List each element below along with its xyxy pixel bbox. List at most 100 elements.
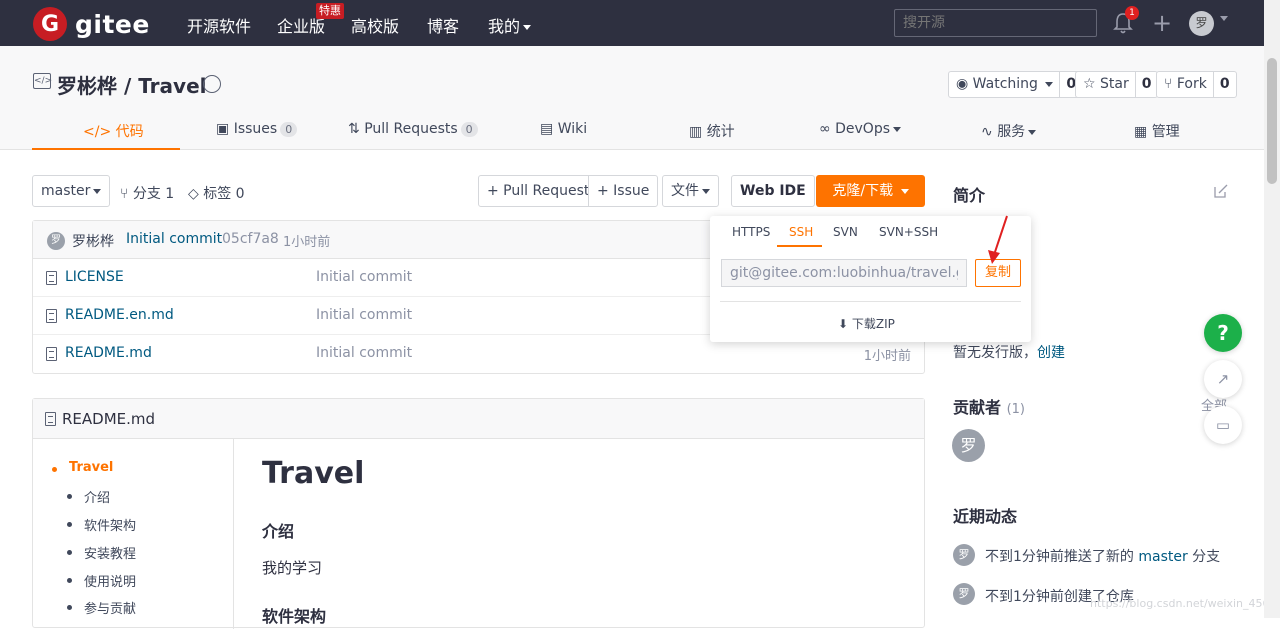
- toc-item[interactable]: 参与贡献: [66, 598, 136, 617]
- clone-tab-https[interactable]: HTTPS: [732, 225, 770, 239]
- branch-icon: ⑂: [120, 186, 129, 202]
- web-ide-button[interactable]: Web IDE: [731, 175, 815, 207]
- pull-request-icon: ⇅: [348, 121, 360, 137]
- clone-url-input[interactable]: [721, 259, 967, 287]
- chevron-down-icon: [1028, 129, 1037, 135]
- activity-avatar[interactable]: 罗: [953, 583, 975, 605]
- gitee-logo-icon: G: [33, 7, 67, 41]
- search-input[interactable]: [894, 9, 1097, 37]
- commit-avatar[interactable]: 罗: [47, 232, 65, 250]
- readme-header: README.md: [33, 399, 924, 439]
- star-icon: ☆: [1083, 76, 1096, 92]
- activity-title: 近期动态: [953, 507, 1018, 526]
- tab-pull-requests[interactable]: ⇅ Pull Requests 0: [348, 121, 478, 137]
- top-navbar: G gitee 开源软件 企业版 特惠 高校版 博客 我的 1 + 罗: [0, 0, 1264, 46]
- share-icon[interactable]: ↗: [1204, 360, 1242, 398]
- star-label: Star: [1100, 76, 1129, 92]
- readme-section-intro: 介绍: [262, 522, 295, 541]
- commit-message[interactable]: Initial commit: [126, 231, 222, 247]
- tab-devops[interactable]: ∞ DevOps: [819, 121, 902, 137]
- commit-author[interactable]: 罗彬桦: [72, 231, 114, 251]
- clone-tab-ssh[interactable]: SSH: [789, 225, 813, 239]
- clone-tab-svn-ssh[interactable]: SVN+SSH: [879, 225, 938, 239]
- clone-tab-svn[interactable]: SVN: [833, 225, 858, 239]
- toc-item[interactable]: 软件架构: [66, 515, 136, 534]
- branch-count[interactable]: ⑂ 分支 1: [120, 183, 174, 203]
- fork-label: Fork: [1176, 76, 1207, 92]
- watch-button[interactable]: ◉ Watching 0: [948, 71, 1084, 98]
- issues-count: 0: [280, 122, 298, 137]
- contributor-avatar[interactable]: 罗: [952, 429, 985, 462]
- chevron-down-icon[interactable]: [1220, 16, 1228, 21]
- star-count[interactable]: 0: [1136, 72, 1158, 97]
- commit-time: 1小时前: [283, 235, 331, 250]
- toc-item[interactable]: 使用说明: [66, 571, 136, 590]
- toc-item[interactable]: Travel: [51, 460, 113, 475]
- star-button[interactable]: ☆ Star 0: [1075, 71, 1159, 98]
- chat-icon[interactable]: ▭: [1204, 406, 1242, 444]
- create-release-link[interactable]: 创建: [1037, 345, 1065, 361]
- chevron-down-icon: [93, 188, 102, 194]
- nav-university[interactable]: 高校版: [351, 13, 399, 37]
- edit-icon[interactable]: [1213, 183, 1229, 199]
- page-scrollbar[interactable]: [1264, 0, 1280, 618]
- tag-count[interactable]: ◇ 标签 0: [188, 183, 245, 203]
- active-tab-indicator: [32, 148, 180, 150]
- tab-manage[interactable]: ▦ 管理: [1134, 121, 1180, 141]
- chevron-down-icon: [893, 126, 902, 132]
- tab-wiki[interactable]: ▤ Wiki: [540, 121, 587, 137]
- tab-stats[interactable]: ▥ 统计: [689, 121, 735, 141]
- tab-services[interactable]: ∿ 服务: [981, 121, 1037, 141]
- fork-icon: ⑂: [1164, 76, 1173, 92]
- brand-name: gitee: [75, 9, 150, 39]
- tag-icon: ◇: [188, 186, 199, 202]
- file-name[interactable]: README.en.md: [65, 307, 174, 323]
- clone-download-button[interactable]: 克隆/下载: [816, 175, 925, 207]
- nav-open-source[interactable]: 开源软件: [187, 13, 251, 37]
- chevron-down-icon: [900, 188, 909, 194]
- chevron-down-icon: [702, 188, 710, 194]
- readme-heading: Travel: [262, 456, 365, 491]
- user-avatar[interactable]: 罗: [1189, 11, 1214, 36]
- file-menu-button[interactable]: 文件: [662, 175, 719, 207]
- eye-icon: ◉: [956, 76, 969, 92]
- branch-select[interactable]: master: [32, 175, 111, 207]
- repo-tabs: </> 代码 ▣ Issues 0 ⇅ Pull Requests 0 ▤ Wiki…: [0, 114, 1264, 150]
- gitee-logo[interactable]: G gitee: [33, 7, 150, 41]
- file-icon: [45, 412, 56, 426]
- readme-panel: README.md Travel 介绍 软件架构 安装教程 使用说明 参与贡献 …: [32, 398, 925, 629]
- activity-branch-link[interactable]: master: [1138, 549, 1187, 565]
- activity-item: 不到1分钟前推送了新的 master 分支: [985, 549, 1221, 565]
- nav-mine[interactable]: 我的: [488, 13, 532, 37]
- nav-blog[interactable]: 博客: [427, 13, 459, 37]
- activity-avatar[interactable]: 罗: [953, 544, 975, 566]
- award-icon: [203, 75, 221, 93]
- settings-doc-icon: ▦: [1134, 124, 1148, 140]
- new-issue-button[interactable]: + Issue: [588, 175, 659, 207]
- help-button[interactable]: ?: [1204, 314, 1242, 352]
- file-commit-message[interactable]: Initial commit: [316, 345, 412, 361]
- toc-item[interactable]: 安装教程: [66, 543, 136, 562]
- fork-count[interactable]: 0: [1214, 72, 1236, 97]
- download-zip-link[interactable]: ⬇ 下载ZIP: [838, 315, 895, 332]
- project-header: </> 罗彬桦 / Travel ◉ Watching 0 ☆ Star 0 ⑂…: [0, 46, 1264, 150]
- tab-issues[interactable]: ▣ Issues 0: [216, 121, 298, 137]
- repo-title[interactable]: 罗彬桦 / Travel: [57, 70, 207, 99]
- tab-code[interactable]: </> 代码: [83, 121, 144, 141]
- file-icon: [46, 309, 57, 323]
- hot-badge: 特惠: [316, 3, 344, 19]
- file-commit-message[interactable]: Initial commit: [316, 269, 412, 285]
- file-name[interactable]: LICENSE: [65, 269, 124, 285]
- notification-badge: 1: [1125, 6, 1139, 20]
- new-pull-request-button[interactable]: + Pull Request: [478, 175, 599, 207]
- toc-item[interactable]: 介绍: [66, 487, 110, 506]
- file-name[interactable]: README.md: [65, 345, 152, 361]
- code-repo-icon: </>: [33, 73, 52, 89]
- fork-button[interactable]: ⑂ Fork 0: [1156, 71, 1237, 98]
- scrollbar-thumb[interactable]: [1267, 58, 1277, 184]
- bar-chart-icon: ▥: [689, 124, 703, 140]
- watermark: https://blog.csdn.net/weixin_456471: [1090, 597, 1280, 610]
- file-commit-message[interactable]: Initial commit: [316, 307, 412, 323]
- plus-icon[interactable]: +: [1152, 11, 1172, 35]
- commit-hash[interactable]: 05cf7a8: [222, 231, 279, 247]
